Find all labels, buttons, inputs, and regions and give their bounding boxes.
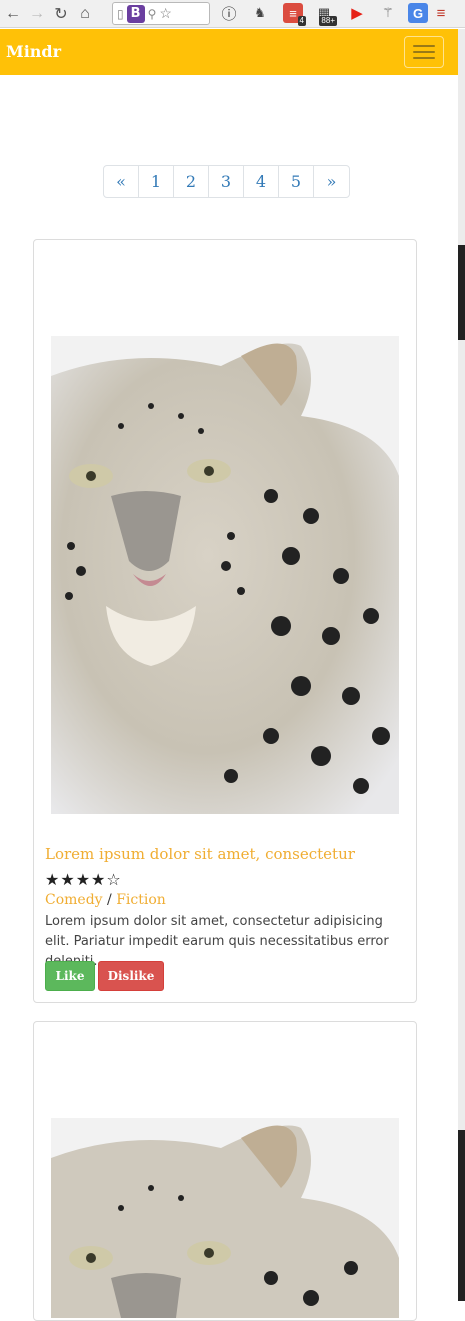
navbar-toggler-button[interactable]	[404, 36, 444, 68]
pagination-page-5[interactable]: 5	[279, 166, 314, 197]
todoist-icon[interactable]: ≡ 4	[283, 3, 306, 26]
book-card	[33, 1021, 417, 1321]
pagination-page-3[interactable]: 3	[209, 166, 244, 197]
card-genres: Comedy / Fiction	[45, 892, 166, 908]
home-icon[interactable]: ⌂	[74, 3, 96, 25]
zoom-icon[interactable]: ⚲	[148, 7, 157, 21]
translate-icon[interactable]: G	[408, 3, 428, 23]
pagination-page-4[interactable]: 4	[244, 166, 279, 197]
pagination-next[interactable]: »	[314, 166, 349, 197]
rating-stars: ★★★★☆	[45, 870, 122, 889]
youtube-icon[interactable]: ▶	[347, 3, 367, 23]
snow-leopard-image	[51, 1118, 399, 1318]
book-card: Lorem ipsum dolor sit amet, consectetur …	[33, 239, 417, 1003]
reload-icon[interactable]: ↻	[50, 3, 72, 25]
antenna-icon[interactable]: ⚚	[378, 3, 398, 23]
bookmark-b-icon[interactable]: B	[126, 4, 145, 23]
genre-link-fiction[interactable]: Fiction	[116, 892, 166, 908]
hamburger-icon	[413, 45, 435, 47]
star-icon[interactable]: ☆	[159, 5, 172, 22]
evernote-icon[interactable]: ♞	[250, 3, 270, 23]
counter-icon[interactable]: ▦ 88+	[314, 3, 337, 26]
pagination: « 1 2 3 4 5 »	[103, 165, 350, 198]
brand-logo[interactable]: Mindr	[6, 42, 61, 61]
pagination-prev[interactable]: «	[104, 166, 139, 197]
scrollbar-track[interactable]	[458, 29, 465, 1301]
navbar: Mindr	[0, 29, 458, 75]
scrollbar-thumb-lower[interactable]	[458, 1130, 465, 1301]
pagination-page-1[interactable]: 1	[139, 166, 174, 197]
browser-toolbar: ← → ↻ ⌂ ▯ B ⚲ ☆ ⓘ ♞ ≡ 4 ▦ 88+ ▶ ⚚ G ≡	[0, 0, 465, 28]
dislike-button[interactable]: Dislike	[98, 961, 164, 991]
snow-leopard-image	[51, 336, 399, 814]
genre-link-comedy[interactable]: Comedy	[45, 892, 103, 908]
card-title[interactable]: Lorem ipsum dolor sit amet, consectetur	[45, 845, 355, 863]
menu-icon[interactable]: ≡	[431, 3, 451, 23]
like-button[interactable]: Like	[45, 961, 95, 991]
scrollbar-thumb[interactable]	[458, 245, 465, 340]
back-icon[interactable]: ←	[2, 3, 24, 25]
page-icon: ▯	[117, 6, 124, 21]
info-icon[interactable]: ⓘ	[219, 3, 239, 23]
pagination-page-2[interactable]: 2	[174, 166, 209, 197]
address-bar[interactable]: ▯ B ⚲ ☆	[112, 2, 210, 25]
forward-icon[interactable]: →	[26, 3, 48, 25]
